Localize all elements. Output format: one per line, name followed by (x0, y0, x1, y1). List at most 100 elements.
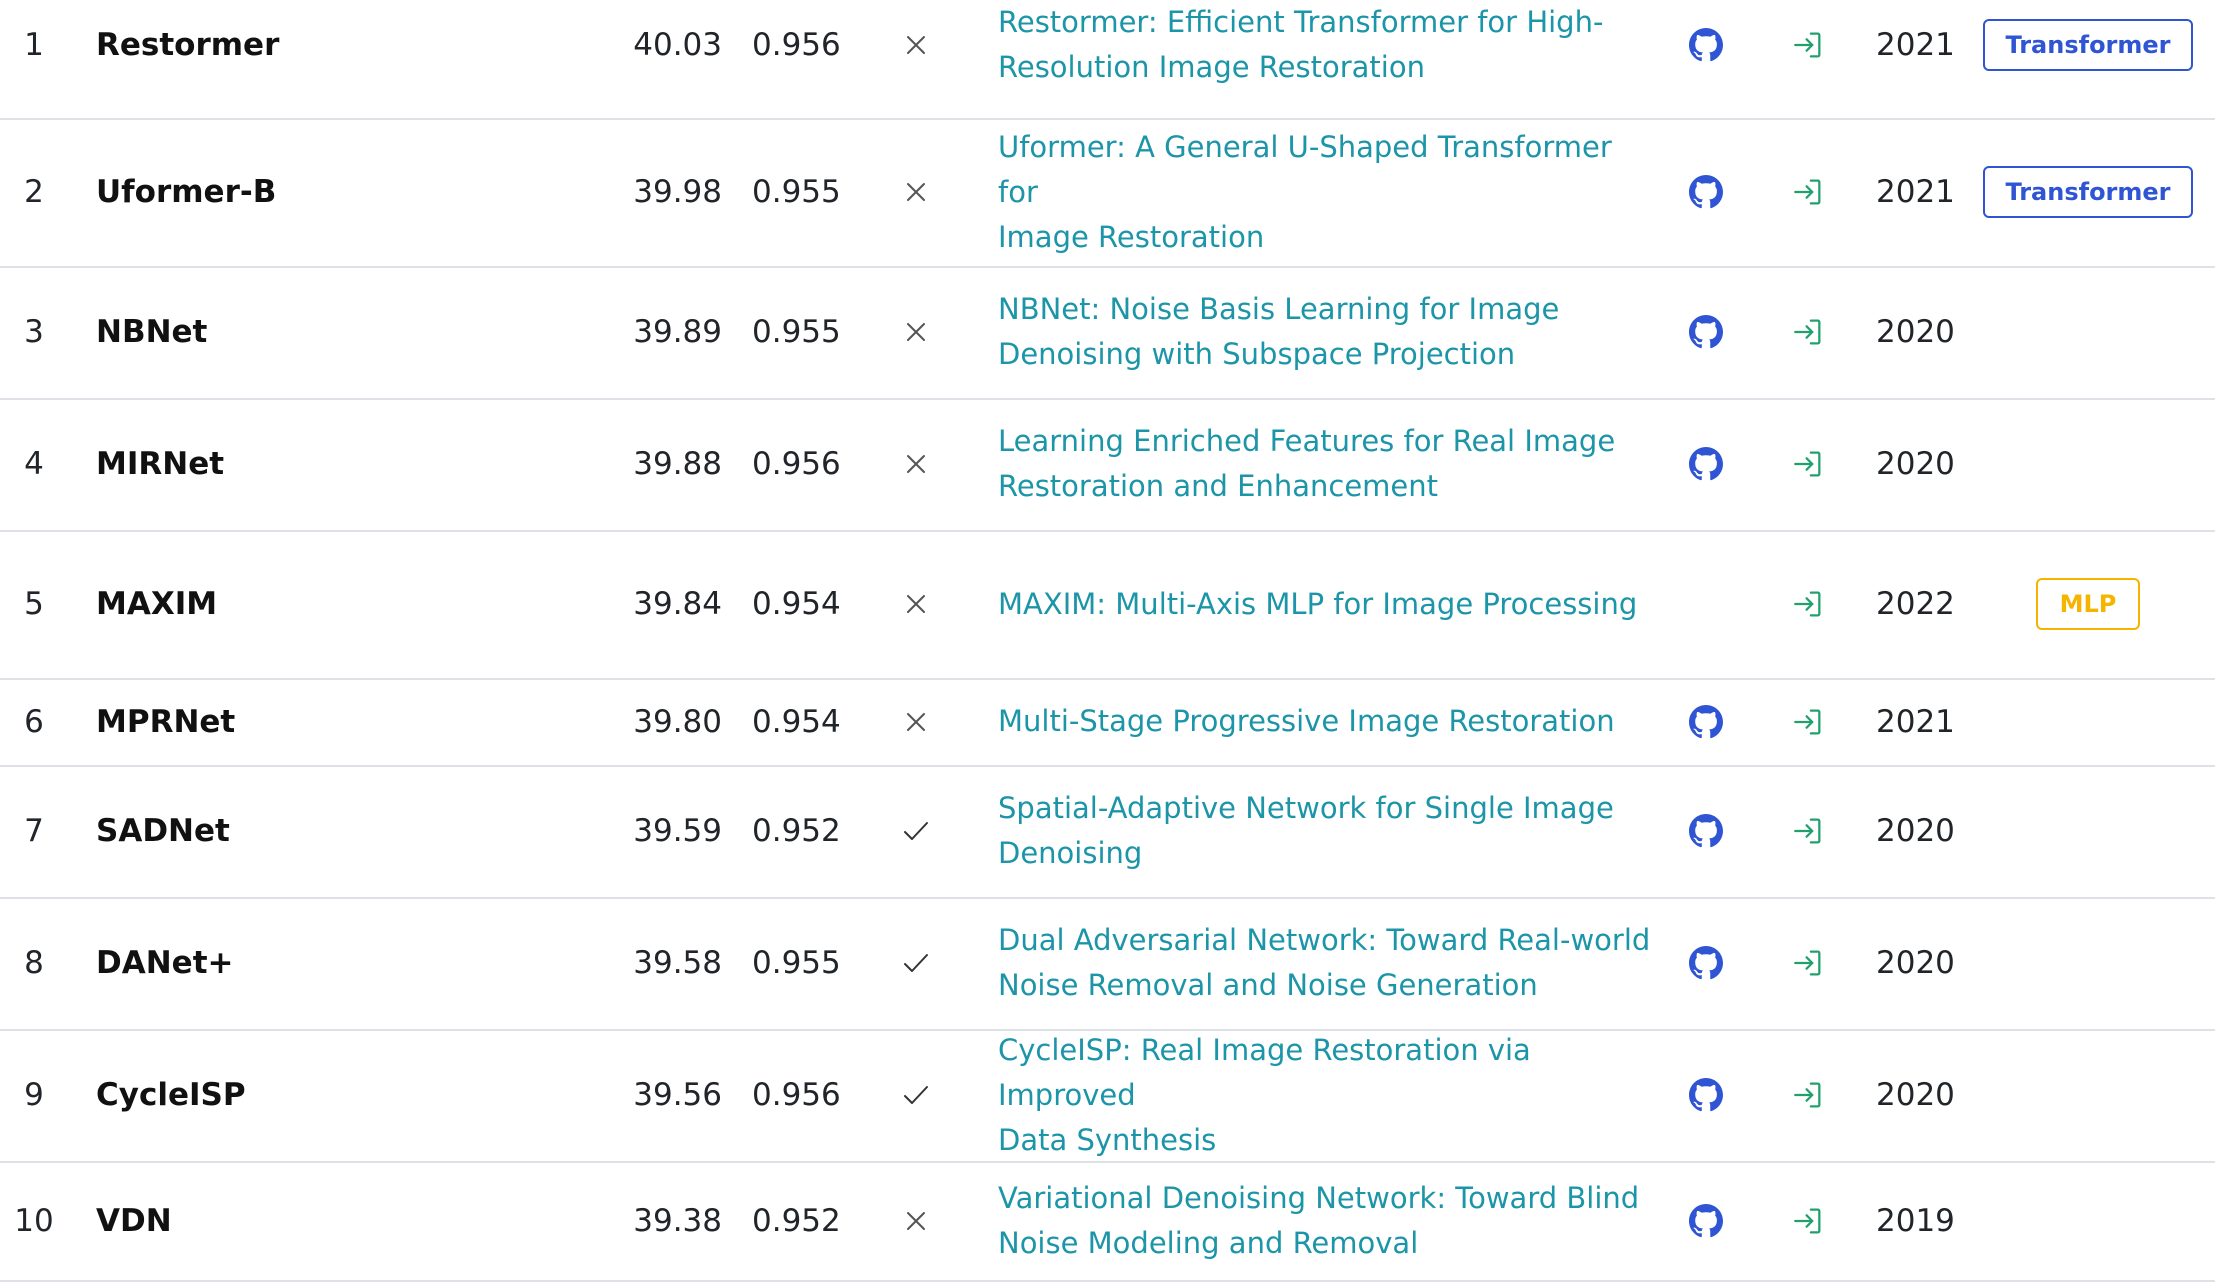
code-cell (1680, 0, 1732, 118)
paper-title-line2: Noise Modeling and Removal (998, 1225, 1419, 1260)
paper-title-line1: Uformer: A General U-Shaped Transformer … (998, 129, 1612, 209)
psnr-value: 39.58 (633, 945, 722, 981)
paper-link[interactable]: NBNet: Noise Basis Learning for Image Den… (998, 287, 1559, 377)
table-row: 5 MAXIM 39.84 0.954 MAXIM: Multi-Axis MLP fo… (0, 530, 2215, 680)
cross-icon (905, 34, 927, 56)
paper-title-line1: Learning Enriched Features for Real Imag… (998, 424, 1616, 458)
result-cell (1782, 678, 1834, 765)
paper-title-line2: Resolution Image Restoration (998, 49, 1425, 84)
paper-link[interactable]: Restormer: Efficient Transformer for Hig… (998, 0, 1603, 90)
result-cell (1782, 765, 1834, 897)
paper-title-line1: Variational Denoising Network: Toward Bl… (998, 1180, 1640, 1215)
extra-training-data-cell (890, 897, 942, 1029)
year-value: 2022 (1876, 586, 1955, 622)
check-icon (902, 820, 930, 842)
model-name: Uformer-B (96, 174, 277, 210)
paper-link[interactable]: CycleISP: Real Image Restoration via Imp… (998, 1028, 1658, 1163)
result-cell (1782, 1161, 1834, 1280)
github-icon[interactable] (1689, 704, 1723, 739)
github-icon[interactable] (1689, 27, 1723, 62)
github-icon[interactable] (1689, 1203, 1723, 1238)
paper-link[interactable]: Multi-Stage Progressive Image Restoratio… (998, 699, 1615, 744)
psnr-value: 39.88 (633, 446, 722, 482)
paper-link[interactable]: Spatial-Adaptive Network for Single Imag… (998, 786, 1614, 876)
sign-in-icon[interactable] (1791, 814, 1825, 848)
extra-training-data-cell (890, 266, 942, 398)
paper-title-line1: Spatial-Adaptive Network for Single Imag… (998, 791, 1614, 825)
tag-badge[interactable]: Transformer (1983, 18, 2193, 71)
sign-in-icon[interactable] (1791, 28, 1825, 62)
paper-title-line2: Restoration and Enhancement (998, 469, 1439, 503)
rank-value: 6 (24, 703, 44, 740)
psnr-value: 39.84 (633, 586, 722, 622)
result-cell (1782, 118, 1834, 266)
table-row: 1 Restormer 40.03 0.956 Restormer: Efficient… (0, 0, 2215, 120)
sign-in-icon[interactable] (1791, 447, 1825, 481)
paper-link[interactable]: Variational Denoising Network: Toward Bl… (998, 1176, 1639, 1266)
year-value: 2021 (1876, 703, 1955, 740)
github-icon[interactable] (1689, 447, 1723, 481)
paper-title-line2: Data Synthesis (998, 1122, 1217, 1157)
tags-cell (1990, 897, 2186, 1029)
github-icon[interactable] (1689, 814, 1723, 848)
result-cell (1782, 0, 1834, 118)
leaderboard-table: 1 Restormer 40.03 0.956 Restormer: Efficient… (0, 0, 2215, 1282)
table-row: 9 CycleISP 39.56 0.956 CycleISP: Real Image … (0, 1029, 2215, 1163)
tag-badge[interactable]: Transformer (1983, 166, 2193, 218)
paper-link[interactable]: Learning Enriched Features for Real Imag… (998, 419, 1615, 509)
sign-in-icon[interactable] (1791, 705, 1825, 739)
extra-training-data-cell (890, 1029, 942, 1161)
extra-training-data-cell (890, 530, 942, 678)
model-name: NBNet (96, 314, 208, 350)
rank-value: 9 (24, 1077, 44, 1113)
tags-cell: Transformer (1983, 0, 2193, 118)
psnr-value: 39.89 (633, 314, 722, 350)
cross-icon (905, 1210, 927, 1232)
github-icon[interactable] (1689, 1078, 1723, 1112)
sign-in-icon[interactable] (1791, 587, 1825, 621)
paper-cell: NBNet: Noise Basis Learning for Image Den… (998, 266, 1658, 398)
code-cell (1680, 678, 1732, 765)
paper-cell: Spatial-Adaptive Network for Single Imag… (998, 765, 1658, 897)
year-value: 2020 (1876, 813, 1955, 849)
github-icon[interactable] (1689, 175, 1723, 209)
model-name: SADNet (96, 813, 230, 849)
github-icon[interactable] (1689, 315, 1723, 349)
year-value: 2021 (1876, 174, 1955, 210)
model-name: MIRNet (96, 446, 225, 482)
paper-link[interactable]: MAXIM: Multi-Axis MLP for Image Processi… (998, 582, 1637, 627)
ssim-value: 0.956 (752, 1077, 841, 1113)
sign-in-icon[interactable] (1791, 1204, 1825, 1238)
model-name: Restormer (96, 26, 280, 63)
tag-badge[interactable]: MLP (2035, 578, 2141, 630)
paper-link[interactable]: Dual Adversarial Network: Toward Real-wo… (998, 918, 1650, 1008)
cross-icon (905, 593, 927, 615)
result-cell (1782, 530, 1834, 678)
tags-cell: Transformer (1983, 118, 2193, 266)
result-cell (1782, 897, 1834, 1029)
year-value: 2019 (1876, 1202, 1955, 1239)
paper-cell: Multi-Stage Progressive Image Restoratio… (998, 678, 1658, 765)
rank-value: 7 (24, 813, 44, 849)
paper-link[interactable]: Uformer: A General U-Shaped Transformer … (998, 125, 1658, 260)
psnr-value: 39.56 (633, 1077, 722, 1113)
paper-title-line1: MAXIM: Multi-Axis MLP for Image Processi… (998, 586, 1638, 621)
sign-in-icon[interactable] (1791, 1078, 1825, 1112)
paper-title-line2: Denoising with Subspace Projection (998, 337, 1516, 371)
github-icon[interactable] (1689, 946, 1723, 980)
sign-in-icon[interactable] (1791, 315, 1825, 349)
psnr-value: 40.03 (633, 26, 722, 63)
model-name: MPRNet (96, 703, 236, 740)
sign-in-icon[interactable] (1791, 946, 1825, 980)
cross-icon (905, 711, 927, 733)
tags-cell (1990, 1161, 2186, 1280)
ssim-value: 0.954 (752, 586, 841, 622)
sign-in-icon[interactable] (1791, 175, 1825, 209)
check-icon (902, 1084, 930, 1106)
psnr-value: 39.80 (633, 703, 722, 740)
model-name: MAXIM (96, 586, 218, 622)
paper-title-line1: Multi-Stage Progressive Image Restoratio… (998, 704, 1615, 738)
table-row: 10 VDN 39.38 0.952 Variational Denoising Net… (0, 1161, 2215, 1282)
psnr-value: 39.59 (633, 813, 722, 849)
ssim-value: 0.955 (752, 174, 841, 210)
